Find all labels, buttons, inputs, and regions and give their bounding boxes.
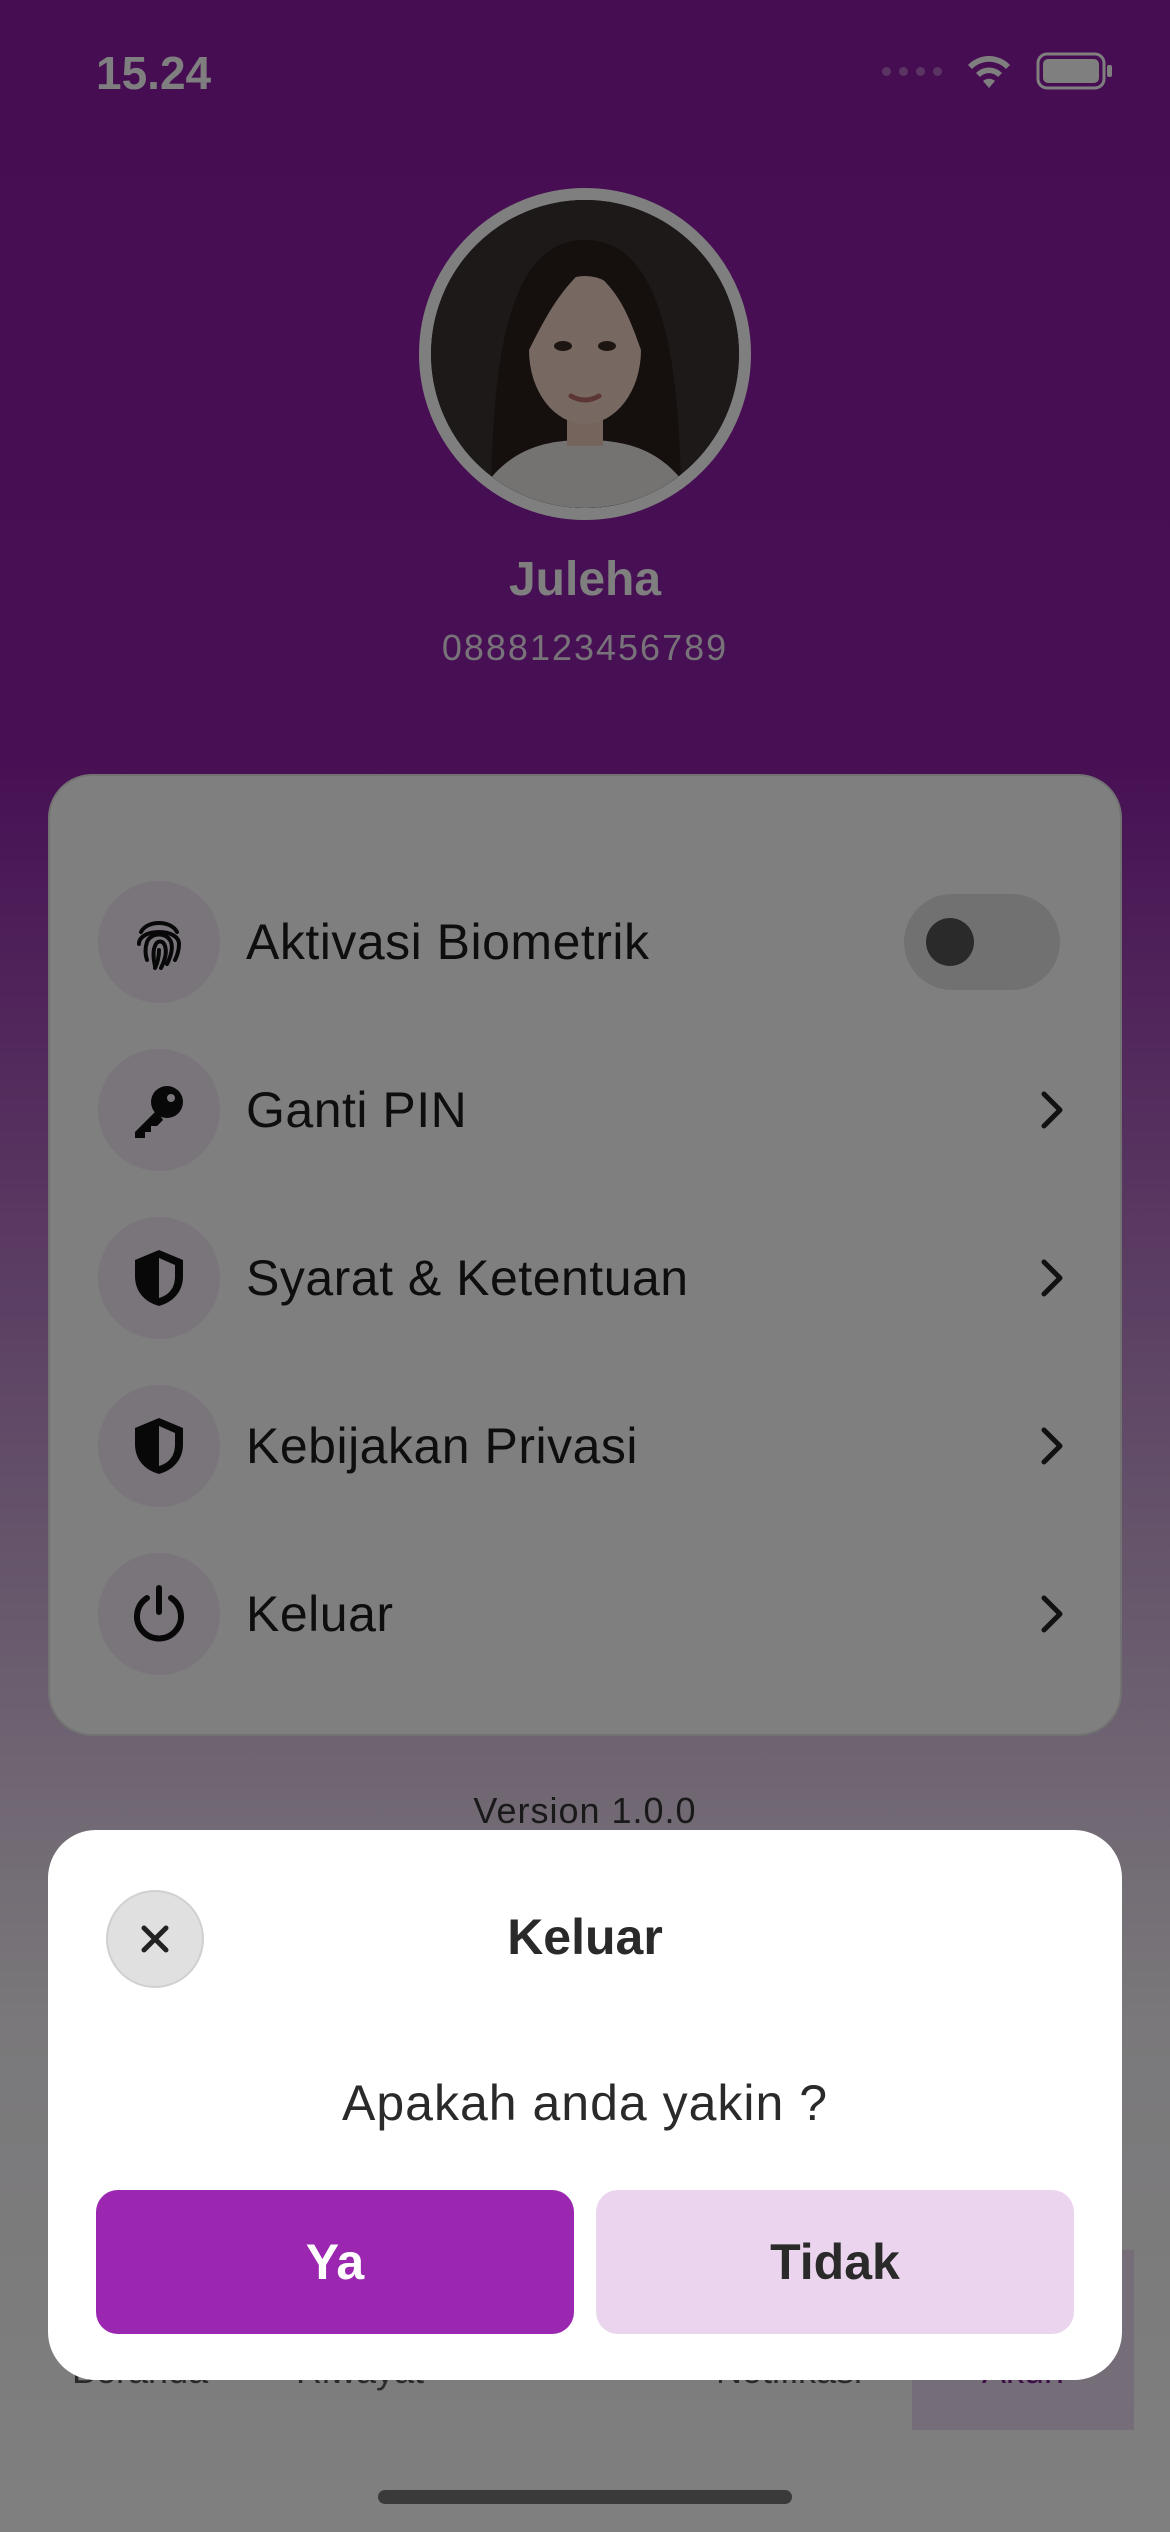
cancel-button[interactable]: Tidak	[596, 2190, 1074, 2334]
dialog-message: Apakah anda yakin ?	[341, 2075, 829, 2131]
home-indicator[interactable]	[378, 2490, 792, 2504]
logout-dialog: Keluar Apakah anda yakin ? Ya Tidak	[48, 1830, 1122, 2380]
confirm-button[interactable]: Ya	[96, 2190, 574, 2334]
dialog-title: Keluar	[507, 1909, 663, 1965]
